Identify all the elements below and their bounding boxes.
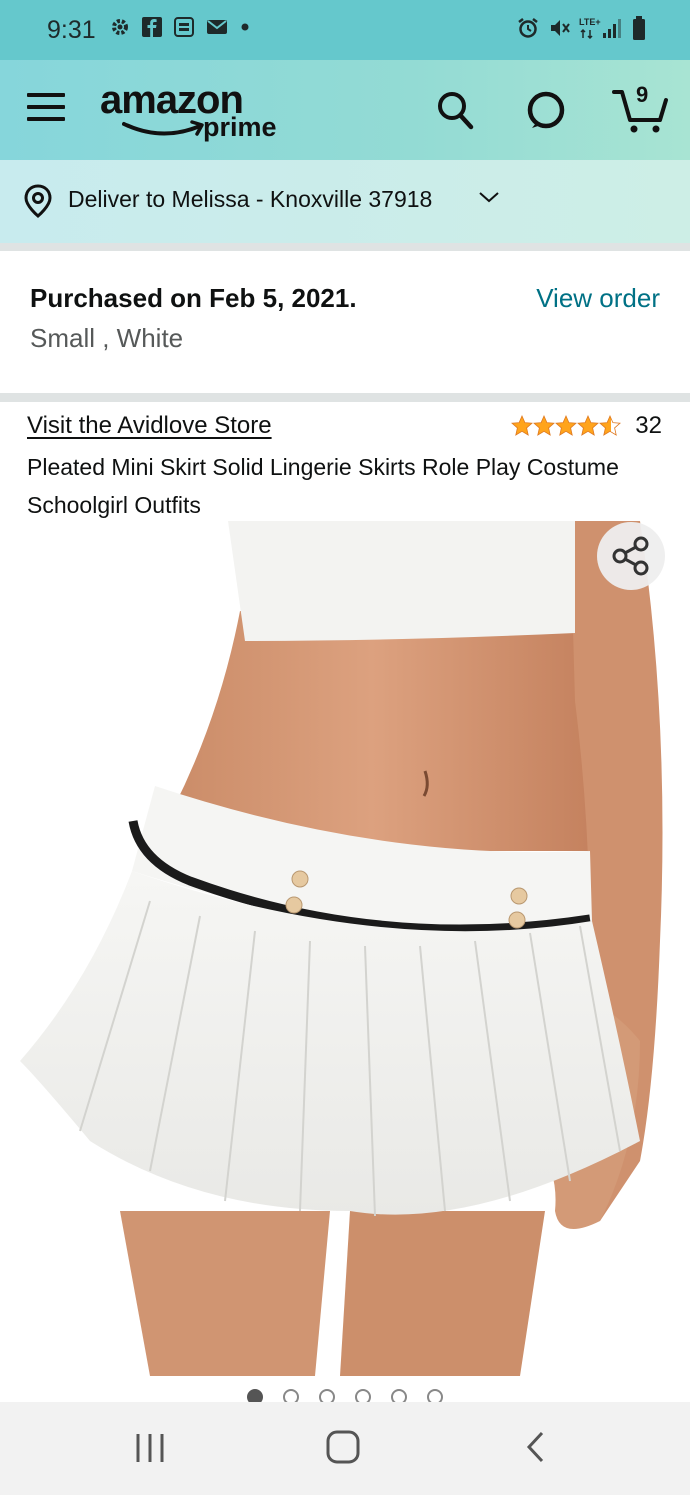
home-icon[interactable] [326, 1430, 360, 1469]
rating[interactable]: 32 [511, 412, 662, 440]
location-pin-icon [24, 184, 52, 223]
product-title: Pleated Mini Skirt Solid Lingerie Skirts… [27, 454, 619, 518]
cart-count-badge: 9 [636, 82, 649, 107]
app-header: amazon prime 9 [0, 60, 690, 160]
status-icons-left [110, 17, 250, 37]
share-icon [612, 536, 649, 576]
product-image[interactable] [0, 521, 690, 1376]
deliver-to-bar[interactable]: Deliver to Melissa - Knoxville 37918 [0, 160, 690, 243]
mail-icon [206, 18, 228, 36]
alexa-icon[interactable] [524, 88, 568, 137]
section-divider [0, 243, 690, 251]
product-photo [20, 521, 663, 1376]
facebook-icon [142, 17, 162, 37]
smile-arrow-icon [122, 120, 204, 136]
logo-sub: prime [203, 112, 277, 142]
recent-apps-icon[interactable] [134, 1432, 166, 1469]
menu-button[interactable] [27, 93, 65, 125]
share-button[interactable] [597, 522, 665, 590]
search-icon[interactable] [436, 88, 476, 137]
section-divider [0, 393, 690, 402]
hamburger-icon-line [27, 117, 65, 121]
star-rating [511, 415, 623, 437]
mute-icon [548, 17, 570, 39]
alarm-icon [517, 17, 539, 39]
store-link[interactable]: Visit the Avidlove Store [27, 412, 272, 440]
battery-icon [632, 16, 646, 40]
pch-icon [174, 17, 194, 37]
back-icon[interactable] [524, 1430, 548, 1469]
gear-icon [110, 17, 130, 37]
view-order-link[interactable]: View order [536, 283, 660, 314]
lte-signal-icon: LTE+ [579, 16, 623, 40]
stars-icon [511, 415, 621, 436]
rating-count: 32 [635, 412, 662, 439]
amazon-prime-logo[interactable]: amazon prime [100, 78, 285, 148]
purchase-variant: Small , White [30, 323, 184, 353]
system-nav-bar [0, 1402, 690, 1495]
status-bar: 9:31 LTE+ [0, 0, 690, 60]
purchase-date: Purchased on Feb 5, 2021. [30, 283, 357, 313]
hamburger-icon-line [27, 105, 65, 109]
status-icons-right: LTE+ [517, 16, 646, 40]
status-time: 9:31 [47, 16, 96, 44]
hamburger-icon [27, 93, 65, 97]
purchase-info: Purchased on Feb 5, 2021. Small , White … [0, 251, 690, 393]
dot-icon [240, 22, 250, 32]
chevron-down-icon [478, 190, 500, 209]
svg-text:LTE+: LTE+ [579, 17, 601, 27]
deliver-to-text: Deliver to Melissa - Knoxville 37918 [68, 186, 433, 212]
